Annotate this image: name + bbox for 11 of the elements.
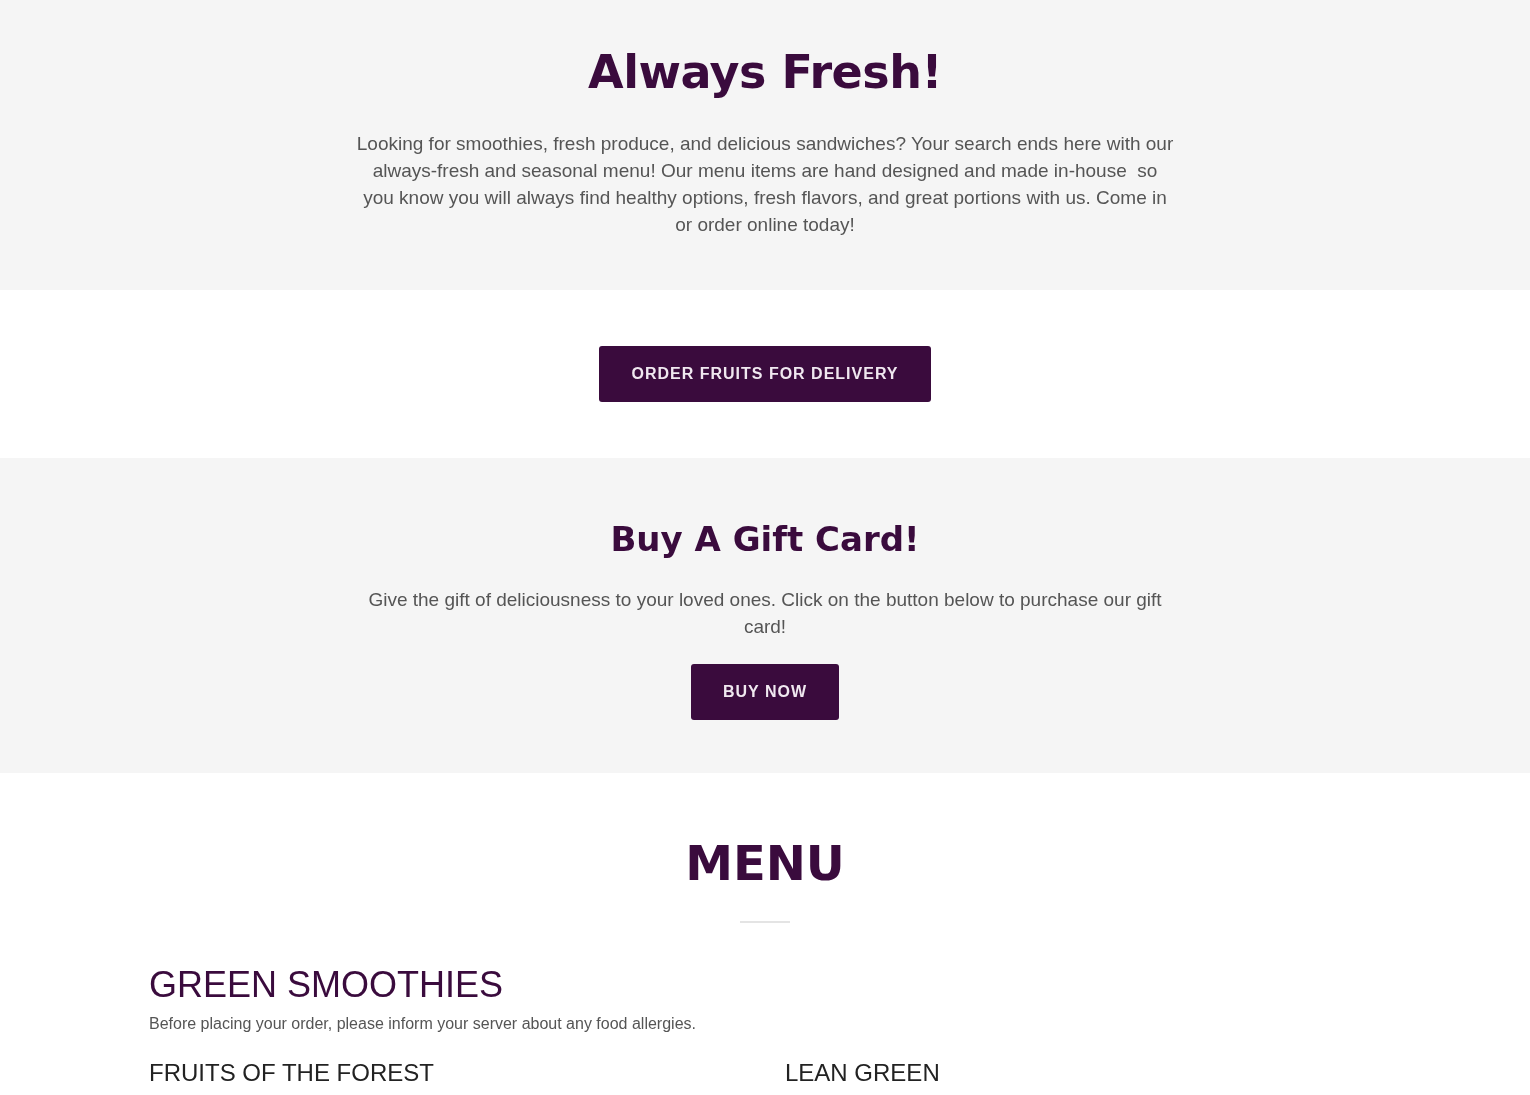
section-heading: Buy A Gift Card! [610,518,920,560]
menu-item-name: FRUITS OF THE FOREST [149,1058,434,1088]
category-heading: GREEN SMOOTHIES [149,963,505,1007]
allergy-note: Before placing your order, please inform your server about any food allergies. [149,1014,697,1034]
intro-paragraph: Looking for smoothies, fresh produce, and delicious sandwiches? Your search ends here with our always-fresh and seasonal menu! Our menu items are hand designed and made in-house so you know you will always find healthy options, fresh flavors, and great portions with us. Come in or order online today! [355,132,1175,237]
section-heading: Always Fresh! [588,44,942,100]
buy-now-button[interactable]: BUY NOW [690,664,839,720]
menu-item-name: LEAN GREEN [785,1058,940,1088]
gift-card-paragraph: Give the gift of deliciousness to your loved ones. Click on the button below to purchase our gift card! [367,588,1163,639]
menu-heading: MENU [685,834,845,893]
order-delivery-button[interactable]: ORDER FRUITS FOR DELIVERY [599,346,931,402]
